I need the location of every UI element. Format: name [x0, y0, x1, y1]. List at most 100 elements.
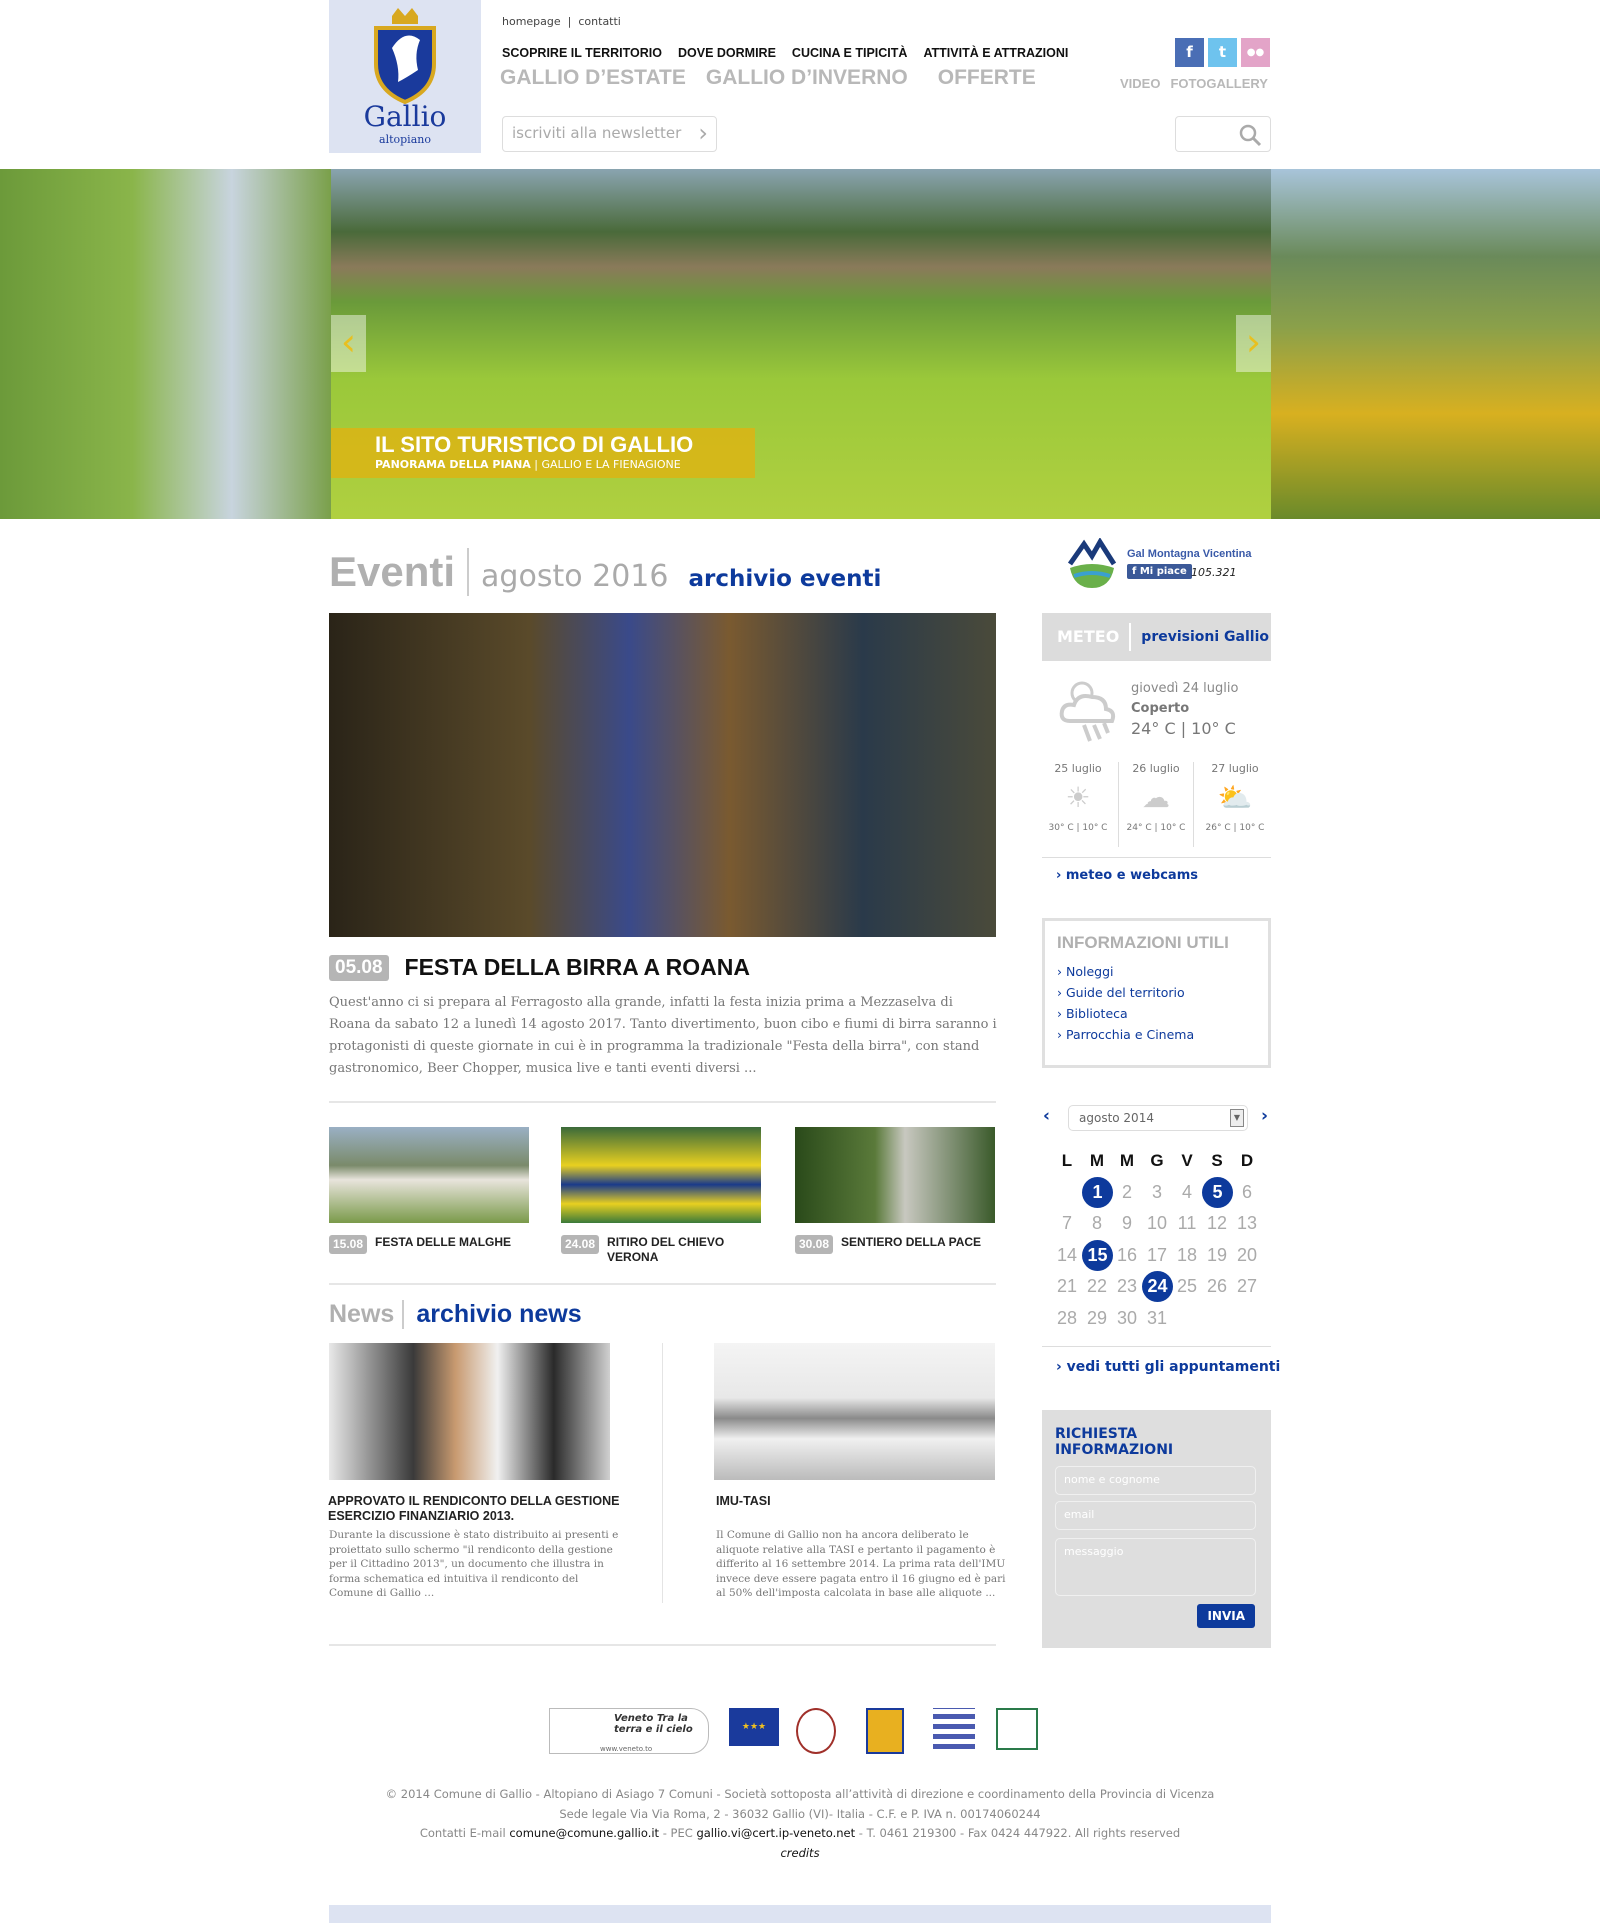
event-item[interactable]: 24.08 RITIRO DEL CHIEVO VERONA	[561, 1235, 751, 1265]
calendar-day: 2	[1121, 1181, 1132, 1202]
divider	[329, 1283, 996, 1285]
twitter-icon[interactable]: t	[1208, 38, 1237, 67]
info-link-noleggi[interactable]: › Noleggi	[1057, 961, 1256, 982]
gal-name[interactable]: Gal Montagna Vicentina	[1127, 548, 1252, 560]
calendar-day: 10	[1146, 1213, 1168, 1233]
featured-event-title[interactable]: FESTA DELLA BIRRA A ROANA	[405, 954, 750, 981]
forecast-day: 27 luglio ⛅ 26° C | 10° C	[1197, 762, 1273, 833]
info-link-guide[interactable]: › Guide del territorio	[1057, 982, 1256, 1003]
logo-subtitle: altopiano	[379, 133, 431, 146]
event-thumb[interactable]	[329, 1127, 529, 1223]
psr-veneto-logo[interactable]	[933, 1708, 975, 1754]
chevron-right-icon[interactable]: ›	[698, 119, 708, 147]
forecast-temp: 26° C | 10° C	[1205, 823, 1265, 833]
meteo-webcams-link[interactable]: › meteo e webcams	[1056, 868, 1198, 883]
like-count: 105.321	[1191, 566, 1237, 579]
search-input[interactable]	[1175, 116, 1271, 152]
events-archive-link[interactable]: archivio eventi	[688, 566, 881, 592]
weekday-header: M	[1119, 1151, 1135, 1170]
divider	[1042, 1346, 1271, 1347]
featured-event-heading: 05.08 FESTA DELLA BIRRA A ROANA	[329, 954, 750, 981]
nav-estate[interactable]: GALLIO D’ESTATE	[500, 66, 686, 90]
calendar-prev-icon[interactable]: ‹	[1043, 1106, 1050, 1126]
calendar-day: 16	[1116, 1244, 1138, 1265]
email-link[interactable]: comune@comune.gallio.it	[509, 1826, 659, 1840]
nav-dormire[interactable]: DOVE DORMIRE	[678, 46, 776, 60]
dropdown-arrow-icon[interactable]: ▼	[1230, 1109, 1244, 1127]
featured-event-text: Quest'anno ci si prepara al Ferragosto a…	[329, 995, 997, 1076]
pec-link[interactable]: gallio.vi@cert.ip-veneto.net	[696, 1826, 855, 1840]
date-badge: 05.08	[329, 954, 389, 981]
meteo-forecast-link[interactable]: previsioni Gallio	[1141, 629, 1269, 645]
event-item[interactable]: 30.08 SENTIERO DELLA PACE	[795, 1235, 1015, 1254]
news-archive-link[interactable]: archivio news	[416, 1300, 581, 1329]
facebook-like-button[interactable]: f Mi piace	[1127, 564, 1192, 579]
news-item-title[interactable]: APPROVATO IL RENDICONTO DELLA GESTIONE E…	[328, 1494, 628, 1524]
news-image[interactable]	[714, 1343, 995, 1480]
gal-logo-icon[interactable]	[1066, 538, 1118, 590]
info-link-parrocchia[interactable]: › Parrocchia e Cinema	[1057, 1024, 1256, 1045]
submit-button[interactable]: INVIA	[1197, 1604, 1255, 1628]
useful-info-title: INFORMAZIONI UTILI	[1057, 933, 1229, 952]
flickr-icon[interactable]: ●●	[1241, 38, 1270, 67]
regione-veneto-logo[interactable]	[866, 1708, 904, 1754]
featured-event-image[interactable]	[329, 613, 996, 937]
veneto-url: www.veneto.to	[600, 1745, 653, 1753]
nav-offerte[interactable]: OFFERTE	[938, 66, 1036, 90]
facebook-icon: f	[1132, 566, 1140, 577]
video-link[interactable]: VIDEO	[1120, 76, 1160, 91]
info-link-biblioteca[interactable]: › Biblioteca	[1057, 1003, 1256, 1024]
eu-flag-logo[interactable]: ★★★	[729, 1708, 779, 1746]
event-item[interactable]: 15.08 FESTA DELLE MALGHE	[329, 1235, 549, 1254]
hero-prev-arrow-icon[interactable]: ‹	[331, 315, 366, 372]
nav-territorio[interactable]: SCOPRIRE IL TERRITORIO	[502, 46, 662, 60]
crest-icon	[374, 8, 436, 105]
event-thumb[interactable]	[561, 1127, 761, 1223]
all-appointments-link[interactable]: › vedi tutti gli appuntamenti	[1056, 1359, 1280, 1375]
calendar-day-event[interactable]: 1	[1082, 1176, 1113, 1209]
leader-logo[interactable]	[996, 1708, 1038, 1750]
nav-attivita[interactable]: ATTIVITÀ E ATTRAZIONI	[923, 46, 1068, 60]
facebook-icon[interactable]: f	[1175, 38, 1204, 67]
nav-cucina[interactable]: CUCINA E TIPICITÀ	[792, 46, 908, 60]
credits-link[interactable]: credits	[0, 1844, 1600, 1864]
nav-inverno[interactable]: GALLIO D’INVERNO	[706, 66, 908, 90]
email-placeholder: email	[1064, 1508, 1095, 1521]
news-image[interactable]	[329, 1343, 610, 1480]
calendar-day: 17	[1146, 1244, 1168, 1265]
calendar-day: 14	[1056, 1244, 1078, 1265]
hero-caption[interactable]: IL SITO TURISTICO DI GALLIO PANORAMA DEL…	[331, 428, 755, 478]
message-placeholder: messaggio	[1064, 1545, 1124, 1558]
news-item-title[interactable]: IMU-TASI	[716, 1494, 1016, 1509]
events-month: agosto 2016	[481, 559, 669, 594]
calendar-day: 26	[1206, 1276, 1228, 1296]
site-logo[interactable]: Gallio altopiano	[329, 0, 481, 153]
name-field[interactable]: nome e cognome	[1055, 1466, 1256, 1495]
cloudy-rain-icon	[1059, 681, 1116, 742]
media-links: VIDEO FOTOGALLERY	[1120, 76, 1268, 91]
calendar-day: 25	[1176, 1276, 1198, 1296]
forecast-date: 27 luglio	[1211, 762, 1259, 775]
message-field[interactable]: messaggio	[1055, 1538, 1256, 1596]
italian-republic-logo[interactable]	[796, 1708, 836, 1754]
calendar-day: 7	[1061, 1213, 1072, 1233]
weather-temp: 24° C | 10° C	[1131, 719, 1236, 738]
calendar-month-select[interactable]: agosto 2014 ▼	[1068, 1105, 1248, 1131]
weekday-header: V	[1181, 1151, 1193, 1170]
calendar-day-event[interactable]: 5	[1202, 1176, 1233, 1209]
email-field[interactable]: email	[1055, 1501, 1256, 1530]
forecast-day: 26 luglio ☁ 24° C | 10° C	[1118, 762, 1194, 847]
name-placeholder: nome e cognome	[1064, 1473, 1160, 1486]
search-icon[interactable]	[1238, 123, 1262, 147]
calendar-day-event[interactable]: 15	[1082, 1239, 1113, 1272]
contatti-link[interactable]: contatti	[578, 15, 621, 28]
footer-address: Sede legale Via Via Roma, 2 - 36032 Gall…	[559, 1807, 1041, 1821]
hero-side-image-left	[0, 169, 331, 519]
calendar-next-icon[interactable]: ›	[1261, 1106, 1268, 1126]
newsletter-input[interactable]: iscriviti alla newsletter ›	[502, 116, 717, 152]
fotogallery-link[interactable]: FOTOGALLERY	[1170, 76, 1268, 91]
event-thumb[interactable]	[795, 1127, 995, 1223]
calendar-day-event[interactable]: 24	[1142, 1271, 1173, 1303]
homepage-link[interactable]: homepage	[502, 15, 561, 28]
hero-next-arrow-icon[interactable]: ›	[1236, 315, 1271, 372]
